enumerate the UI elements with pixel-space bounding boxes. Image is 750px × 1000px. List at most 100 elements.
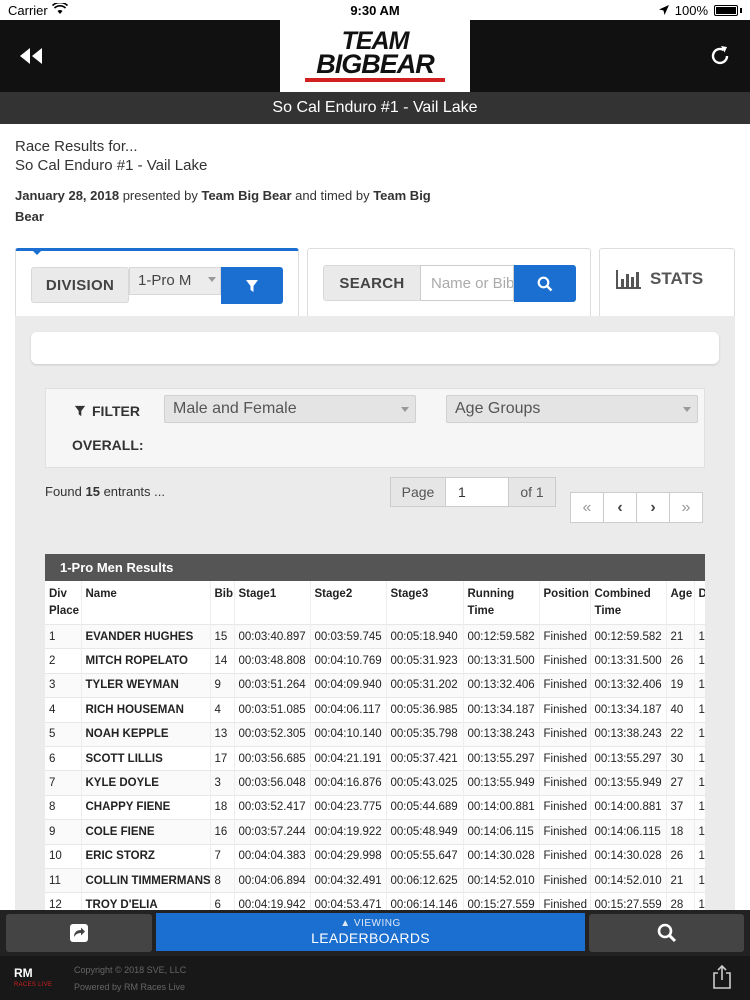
tab-division[interactable]: DIVISION 1-Pro M xyxy=(15,248,299,316)
column-header[interactable]: Age xyxy=(666,581,695,625)
table-row[interactable]: 11 COLLIN TIMMERMANS 8 00:04:06.894 00:04:32… xyxy=(45,867,705,893)
logo-underline xyxy=(305,78,445,82)
page-label: Page xyxy=(390,477,446,507)
table-cell: 30 xyxy=(666,745,695,771)
table-cell: 3 xyxy=(45,672,82,698)
table-cell: 1 xyxy=(694,721,705,747)
table-cell: 21 xyxy=(666,623,695,649)
table-cell: Finished xyxy=(539,867,591,893)
table-cell: 00:04:09.940 xyxy=(310,672,387,698)
leaderboards-button[interactable]: ▲ VIEWING LEADERBOARDS xyxy=(156,913,585,951)
table-cell: 00:04:19.922 xyxy=(310,819,387,845)
upload-share-icon xyxy=(713,964,731,989)
rider-name-cell: KYLE DOYLE xyxy=(81,770,211,796)
filter-button[interactable] xyxy=(221,267,283,304)
bottom-nav: ▲ VIEWING LEADERBOARDS xyxy=(0,910,750,956)
table-cell: 00:05:37.421 xyxy=(386,745,464,771)
tab-search[interactable]: SEARCH xyxy=(307,248,591,316)
page-input[interactable] xyxy=(446,477,508,507)
table-cell: 8 xyxy=(210,867,235,893)
first-page-button[interactable]: « xyxy=(570,492,604,523)
age-group-select[interactable]: Age Groups xyxy=(446,395,698,423)
column-header[interactable]: Stage3 xyxy=(386,581,464,625)
race-title-bar: So Cal Enduro #1 - Vail Lake xyxy=(0,92,750,124)
table-cell: 00:03:52.305 xyxy=(234,721,311,747)
column-header[interactable]: Stage1 xyxy=(234,581,311,625)
division-select[interactable]: 1-Pro M xyxy=(129,267,221,295)
table-cell: 00:13:32.406 xyxy=(590,672,667,698)
search-icon xyxy=(657,923,676,943)
funnel-icon xyxy=(246,279,258,292)
table-row[interactable]: 7 KYLE DOYLE 3 00:03:56.048 00:04:16.876 00:0… xyxy=(45,770,705,796)
table-row[interactable]: 8 CHAPPY FIENE 18 00:03:52.417 00:04:23.775 0… xyxy=(45,794,705,820)
table-cell: 37 xyxy=(666,794,695,820)
table-row[interactable]: 5 NOAH KEPPLE 13 00:03:52.305 00:04:10.140 00… xyxy=(45,721,705,747)
table-cell: 12 xyxy=(45,892,82,910)
race-details: January 28, 2018 presented by Team Big B… xyxy=(15,188,431,224)
search-input[interactable] xyxy=(420,265,514,301)
table-row[interactable]: 9 COLE FIENE 16 00:03:57.244 00:04:19.922 00:… xyxy=(45,819,705,845)
prev-page-button[interactable]: ‹ xyxy=(603,492,637,523)
table-row[interactable]: 2 MITCH ROPELATO 14 00:03:48.808 00:04:10.76… xyxy=(45,648,705,674)
column-header[interactable]: Div Place xyxy=(45,581,82,625)
table-row[interactable]: 12 TROY D'ELIA 6 00:04:19.942 00:04:53.471 00… xyxy=(45,892,705,910)
table-cell: 7 xyxy=(210,843,235,869)
table-cell: 00:03:56.685 xyxy=(234,745,311,771)
table-cell: 00:12:59.582 xyxy=(463,623,540,649)
table-header-row: Div Place Name Bib Stage1 Stage2 Stage3 … xyxy=(45,581,705,625)
ios-share-button[interactable] xyxy=(712,964,732,995)
status-time: 9:30 AM xyxy=(350,2,400,18)
carrier-label: Carrier xyxy=(8,2,48,18)
table-cell: 00:03:59.745 xyxy=(310,623,387,649)
table-cell: 28 xyxy=(666,892,695,910)
table-cell: 00:04:53.471 xyxy=(310,892,387,910)
table-cell: 00:04:32.491 xyxy=(310,867,387,893)
table-cell: 00:14:30.028 xyxy=(463,843,540,869)
table-row[interactable]: 6 SCOTT LILLIS 17 00:03:56.685 00:04:21.191 0… xyxy=(45,745,705,771)
column-header[interactable]: Position xyxy=(539,581,591,625)
table-cell: 4 xyxy=(45,697,82,723)
table-cell: 7 xyxy=(45,770,82,796)
column-header[interactable]: Stage2 xyxy=(310,581,387,625)
results-table-container[interactable]: Div Place Name Bib Stage1 Stage2 Stage3 … xyxy=(45,581,705,910)
table-cell: 1 xyxy=(694,843,705,869)
bottom-search-button[interactable] xyxy=(589,914,744,952)
footer: RM RACES LIVE Copyright © 2018 SVE, LLC P… xyxy=(0,956,750,1000)
table-cell: 1 xyxy=(694,770,705,796)
table-cell: Finished xyxy=(539,892,591,910)
table-cell: Finished xyxy=(539,672,591,698)
table-row[interactable]: 3 TYLER WEYMAN 9 00:03:51.264 00:04:09.940 00… xyxy=(45,672,705,698)
search-button[interactable] xyxy=(514,265,576,302)
table-cell: 00:04:29.998 xyxy=(310,843,387,869)
column-header[interactable]: D xyxy=(694,581,705,625)
back-button[interactable] xyxy=(18,46,44,66)
leaderboards-label: LEADERBOARDS xyxy=(311,930,430,946)
filter-label: FILTER xyxy=(92,403,140,419)
tab-stats[interactable]: STATS xyxy=(599,248,735,316)
next-page-button[interactable]: › xyxy=(636,492,670,523)
table-cell: 00:14:00.881 xyxy=(463,794,540,820)
share-button[interactable] xyxy=(6,914,152,952)
last-page-button[interactable]: » xyxy=(669,492,703,523)
column-header[interactable]: Running Time xyxy=(463,581,540,625)
chevron-down-icon xyxy=(683,407,691,412)
table-cell: Finished xyxy=(539,770,591,796)
column-header[interactable]: Name xyxy=(81,581,211,625)
table-row[interactable]: 10 ERIC STORZ 7 00:04:04.383 00:04:29.998 00:… xyxy=(45,843,705,869)
refresh-button[interactable] xyxy=(708,44,732,68)
table-row[interactable]: 1 EVANDER HUGHES 15 00:03:40.897 00:03:59.74… xyxy=(45,623,705,649)
table-cell: Finished xyxy=(539,794,591,820)
table-cell: 00:13:32.406 xyxy=(463,672,540,698)
column-header[interactable]: Bib xyxy=(210,581,235,625)
table-row[interactable]: 4 RICH HOUSEMAN 4 00:03:51.085 00:04:06.117 0… xyxy=(45,697,705,723)
race-date: January 28, 2018 xyxy=(15,188,120,203)
table-cell: 5 xyxy=(45,721,82,747)
table-cell: 00:14:00.881 xyxy=(590,794,667,820)
rewind-icon xyxy=(20,48,42,64)
column-header[interactable]: Combined Time xyxy=(590,581,667,625)
table-cell: 00:04:21.191 xyxy=(310,745,387,771)
table-cell: Finished xyxy=(539,623,591,649)
rider-name-cell: NOAH KEPPLE xyxy=(81,721,211,747)
gender-select[interactable]: Male and Female xyxy=(164,395,416,423)
table-cell: 8 xyxy=(45,794,82,820)
